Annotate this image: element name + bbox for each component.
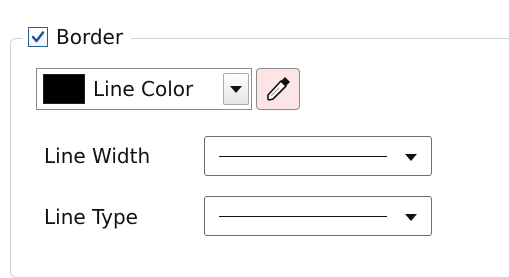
border-checkbox[interactable] — [28, 27, 48, 47]
chevron-down-icon — [405, 214, 417, 221]
line-color-label: Line Color — [93, 77, 194, 101]
line-width-label: Line Width — [44, 144, 151, 168]
line-color-swatch — [43, 74, 85, 104]
border-label: Border — [56, 25, 124, 49]
border-group-header: Border — [22, 18, 132, 56]
line-type-dropdown[interactable] — [204, 196, 432, 236]
color-picker-button[interactable] — [256, 68, 300, 110]
chevron-down-icon — [405, 154, 417, 161]
line-width-preview — [219, 156, 387, 157]
line-color-dropdown[interactable]: Line Color — [36, 68, 252, 110]
line-type-label: Line Type — [44, 205, 138, 229]
line-width-dropdown[interactable] — [204, 136, 432, 176]
checkmark-icon — [31, 31, 45, 43]
eyedropper-icon — [262, 73, 294, 105]
line-color-dropdown-button[interactable] — [223, 73, 249, 105]
chevron-down-icon — [230, 85, 242, 93]
line-type-preview — [219, 216, 387, 217]
